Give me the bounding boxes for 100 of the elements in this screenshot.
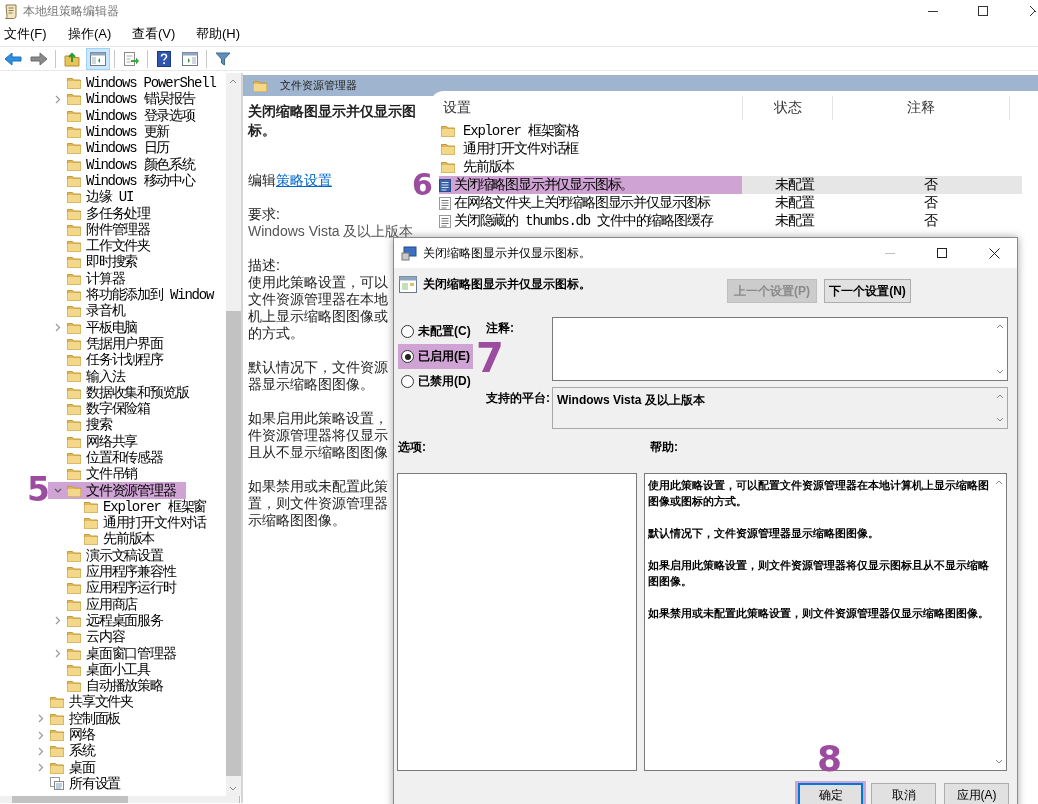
list-row[interactable]: 通用打开文件对话框	[439, 140, 1022, 158]
state-text: 未配置	[775, 213, 814, 229]
policy-settings-link[interactable]: 策略设置	[276, 172, 332, 188]
next-setting-button[interactable]: 下一个设置(N)	[824, 279, 911, 303]
setting-name[interactable]: 关闭隐藏的 thumbs.db 文件中的缩略图缓存	[454, 212, 713, 230]
tree-item[interactable]: Windows 移动中心	[86, 171, 195, 190]
tree-item[interactable]: Windows 更新	[86, 123, 170, 142]
menu-item[interactable]: 查看(V)	[132, 25, 192, 43]
platform-label: 支持的平台:	[486, 390, 550, 407]
folder-up-icon	[64, 50, 80, 67]
tree-item[interactable]: 文件吊销	[86, 465, 138, 484]
folder-icon	[67, 598, 81, 611]
menu-item[interactable]: 帮助(H)	[196, 25, 256, 43]
tree-item[interactable]: 多任务处理	[86, 204, 150, 223]
tree-item[interactable]: 附件管理器	[86, 220, 150, 239]
tree-item[interactable]: 应用商店	[86, 595, 138, 614]
tree-item[interactable]: 应用程序运行时	[86, 579, 176, 598]
radio-option[interactable]: 已启用(E)	[398, 344, 473, 369]
tree-item[interactable]: 云内容	[86, 628, 125, 647]
tree-item[interactable]: Windows 登录选项	[86, 106, 195, 125]
tree-item[interactable]: 边缘 UI	[86, 188, 134, 207]
vertical-scrollbar[interactable]	[225, 73, 241, 796]
setting-name[interactable]: 通用打开文件对话框	[463, 140, 579, 158]
list-row[interactable]: 关闭隐藏的 thumbs.db 文件中的缩略图缓存 未配置 否	[439, 212, 1022, 230]
comment-label: 注释:	[486, 320, 514, 337]
tree-item[interactable]: 控制面板	[69, 709, 121, 728]
comment-text: 否	[924, 195, 937, 211]
tree-item[interactable]: 输入法	[86, 367, 125, 386]
menu-item[interactable]: 操作(A)	[68, 25, 128, 43]
list-row[interactable]: Explorer 框架窗格	[439, 122, 1022, 140]
tree-item[interactable]: 所有设置	[69, 774, 121, 793]
folder-icon	[67, 305, 81, 318]
filter-icon	[215, 50, 231, 67]
scroll-down-icon[interactable]	[996, 417, 1004, 422]
tree-item[interactable]: Windows PowerShell	[86, 75, 216, 92]
scrollbar-thumb[interactable]	[225, 311, 241, 776]
radio-circle[interactable]	[401, 325, 414, 338]
radio-circle[interactable]	[401, 375, 414, 388]
tree-item[interactable]: 演示文稿设置	[86, 546, 163, 565]
list-row[interactable]: 在网络文件夹上关闭缩略图显示并仅显示图标 未配置 否	[439, 194, 1022, 212]
tree-item[interactable]: 将功能添加到 Window	[86, 286, 214, 304]
tree-item[interactable]: Windows 颜色系统	[86, 155, 195, 174]
radio-option[interactable]: 未配置(C)	[398, 319, 474, 344]
policy-icon	[439, 196, 451, 210]
radio-option[interactable]: 已禁用(D)	[398, 369, 474, 394]
tree-item[interactable]: 桌面	[69, 758, 95, 777]
dialog-button[interactable]: 取消	[871, 783, 936, 804]
tree-item[interactable]: 远程桌面服务	[86, 611, 163, 630]
tree-item[interactable]: 搜索	[86, 416, 112, 435]
requirement-text: Windows Vista 及以上版本	[248, 223, 414, 240]
folder-icon	[67, 174, 81, 187]
minimize-icon[interactable]	[928, 10, 938, 12]
setting-name[interactable]: 先前版本	[463, 158, 515, 176]
tree-item[interactable]: 系统	[69, 742, 95, 761]
setting-name[interactable]: 在网络文件夹上关闭缩略图显示并仅显示图标	[454, 194, 710, 212]
tree-item[interactable]: 平板电脑	[86, 318, 138, 337]
tree-item[interactable]: 先前版本	[103, 530, 155, 549]
tree-item[interactable]: 录音机	[86, 302, 125, 321]
tree-item[interactable]: Windows 错误报告	[86, 90, 195, 109]
tree-item[interactable]: 任务计划程序	[86, 351, 163, 370]
column-header[interactable]: 状态	[743, 96, 833, 120]
folder-icon	[50, 712, 64, 725]
scroll-up-icon[interactable]	[996, 394, 1004, 399]
tree-item[interactable]: 凭据用户界面	[86, 334, 163, 353]
column-header[interactable]: 设置	[439, 96, 743, 120]
tree-item[interactable]: 文件资源管理器	[86, 481, 176, 500]
column-header[interactable]: 注释	[833, 96, 1010, 120]
scroll-up-icon[interactable]	[229, 78, 238, 84]
scroll-down-icon[interactable]	[996, 369, 1004, 374]
scrollbar-thumb[interactable]	[12, 796, 128, 803]
tree-item[interactable]: 共享文件夹	[69, 693, 133, 712]
comment-text: 否	[924, 213, 937, 229]
tree-item[interactable]: 计算器	[86, 269, 125, 288]
pane-title: 文件资源管理器	[280, 78, 357, 93]
maximize-icon[interactable]	[978, 6, 988, 16]
tree-item[interactable]: Windows 日历	[86, 139, 170, 158]
list-row[interactable]: 先前版本	[439, 158, 1022, 176]
scroll-up-icon[interactable]	[996, 324, 1004, 329]
scroll-up-icon[interactable]	[995, 480, 1003, 485]
folder-icon	[84, 517, 98, 530]
tree-item[interactable]: 网络共享	[86, 432, 138, 451]
policy-icon	[439, 178, 451, 192]
tree-item[interactable]: Explorer 框架窗	[103, 497, 207, 516]
tree-item[interactable]: 桌面小工具	[86, 660, 150, 679]
maximize-icon[interactable]	[937, 248, 947, 258]
comment-field[interactable]	[552, 317, 1008, 381]
tree-item[interactable]: 桌面窗口管理器	[86, 644, 176, 663]
scroll-down-icon[interactable]	[995, 759, 1003, 764]
folder-icon	[67, 321, 81, 334]
setting-name[interactable]: 关闭缩略图显示并仅显示图标。	[454, 176, 634, 194]
radio-circle[interactable]	[401, 350, 414, 363]
dialog-button[interactable]: 应用(A)	[944, 783, 1009, 804]
tree-toggle-button[interactable]	[86, 47, 110, 70]
scroll-down-icon[interactable]	[229, 785, 238, 791]
setting-name[interactable]: Explorer 框架窗格	[463, 122, 579, 140]
dialog-button[interactable]: 确定	[798, 783, 863, 804]
menu-item[interactable]: 文件(F)	[4, 25, 64, 43]
tree-item[interactable]: 即时搜索	[86, 253, 138, 272]
tree-item[interactable]: 数据收集和预览版	[86, 383, 189, 402]
tree-item[interactable]: 位置和传感器	[86, 449, 163, 467]
